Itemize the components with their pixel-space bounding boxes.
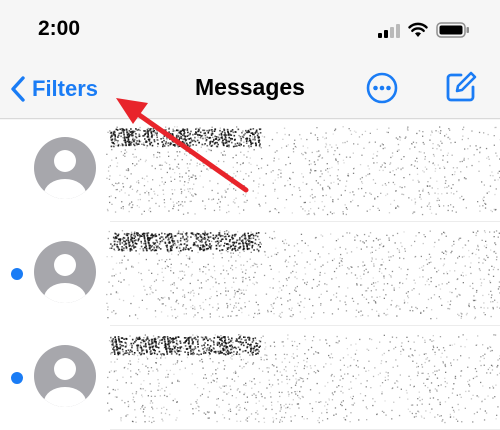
redacted-preview <box>106 122 500 218</box>
navigation-bar: Filters Messages <box>0 60 500 118</box>
signal-icon <box>378 24 400 38</box>
ellipsis-circle-icon[interactable] <box>366 72 398 104</box>
wifi-icon <box>408 22 428 38</box>
conversation-row[interactable] <box>0 326 500 430</box>
page-title: Messages <box>0 74 500 101</box>
avatar-icon <box>33 344 97 408</box>
battery-icon <box>436 22 470 38</box>
redacted-preview <box>106 226 500 322</box>
avatar-icon <box>33 240 97 304</box>
unread-indicator <box>11 372 23 384</box>
conversation-row[interactable] <box>0 222 500 326</box>
redacted-preview <box>106 330 500 426</box>
unread-indicator <box>11 268 23 280</box>
conversation-row[interactable] <box>0 118 500 222</box>
avatar-icon <box>33 136 97 200</box>
compose-icon[interactable] <box>444 70 478 104</box>
status-time: 2:00 <box>38 17 80 41</box>
